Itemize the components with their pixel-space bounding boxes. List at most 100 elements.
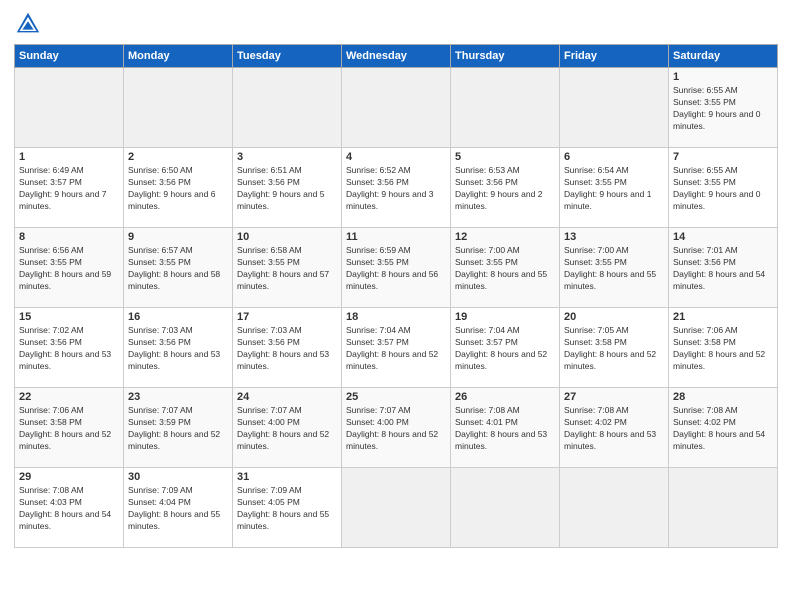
day-cell: 3 Sunrise: 6:51 AMSunset: 3:56 PMDayligh… [233,148,342,228]
day-number: 5 [455,151,555,163]
day-info: Sunrise: 6:55 AMSunset: 3:55 PMDaylight:… [673,85,760,131]
day-info: Sunrise: 6:55 AMSunset: 3:55 PMDaylight:… [673,165,760,211]
day-cell: 15 Sunrise: 7:02 AMSunset: 3:56 PMDaylig… [15,308,124,388]
day-info: Sunrise: 7:01 AMSunset: 3:56 PMDaylight:… [673,245,765,291]
day-info: Sunrise: 7:07 AMSunset: 4:00 PMDaylight:… [237,405,329,451]
day-cell [15,68,124,148]
day-info: Sunrise: 7:03 AMSunset: 3:56 PMDaylight:… [237,325,329,371]
day-cell: 25 Sunrise: 7:07 AMSunset: 4:00 PMDaylig… [342,388,451,468]
day-number: 6 [564,151,664,163]
day-cell: 11 Sunrise: 6:59 AMSunset: 3:55 PMDaylig… [342,228,451,308]
day-info: Sunrise: 6:53 AMSunset: 3:56 PMDaylight:… [455,165,542,211]
day-info: Sunrise: 6:58 AMSunset: 3:55 PMDaylight:… [237,245,329,291]
day-cell: 19 Sunrise: 7:04 AMSunset: 3:57 PMDaylig… [451,308,560,388]
day-info: Sunrise: 6:54 AMSunset: 3:55 PMDaylight:… [564,165,651,211]
day-info: Sunrise: 7:08 AMSunset: 4:02 PMDaylight:… [673,405,765,451]
day-number: 2 [128,151,228,163]
day-number: 3 [237,151,337,163]
day-cell: 28 Sunrise: 7:08 AMSunset: 4:02 PMDaylig… [669,388,778,468]
day-info: Sunrise: 7:04 AMSunset: 3:57 PMDaylight:… [455,325,547,371]
day-info: Sunrise: 6:56 AMSunset: 3:55 PMDaylight:… [19,245,111,291]
day-number: 20 [564,311,664,323]
logo [14,10,46,38]
day-cell: 17 Sunrise: 7:03 AMSunset: 3:56 PMDaylig… [233,308,342,388]
day-number: 8 [19,231,119,243]
column-header-saturday: Saturday [669,45,778,68]
day-number: 30 [128,471,228,483]
day-info: Sunrise: 7:02 AMSunset: 3:56 PMDaylight:… [19,325,111,371]
day-cell [233,68,342,148]
day-info: Sunrise: 7:08 AMSunset: 4:03 PMDaylight:… [19,485,111,531]
day-info: Sunrise: 7:09 AMSunset: 4:04 PMDaylight:… [128,485,220,531]
calendar-container: SundayMondayTuesdayWednesdayThursdayFrid… [0,0,792,558]
day-number: 15 [19,311,119,323]
day-cell: 13 Sunrise: 7:00 AMSunset: 3:55 PMDaylig… [560,228,669,308]
day-info: Sunrise: 6:52 AMSunset: 3:56 PMDaylight:… [346,165,433,211]
day-info: Sunrise: 7:05 AMSunset: 3:58 PMDaylight:… [564,325,656,371]
day-number: 28 [673,391,773,403]
day-cell: 22 Sunrise: 7:06 AMSunset: 3:58 PMDaylig… [15,388,124,468]
day-cell: 8 Sunrise: 6:56 AMSunset: 3:55 PMDayligh… [15,228,124,308]
day-cell: 1 Sunrise: 6:49 AMSunset: 3:57 PMDayligh… [15,148,124,228]
day-number: 18 [346,311,446,323]
week-row-3: 15 Sunrise: 7:02 AMSunset: 3:56 PMDaylig… [15,308,778,388]
day-info: Sunrise: 7:09 AMSunset: 4:05 PMDaylight:… [237,485,329,531]
day-number: 26 [455,391,555,403]
column-header-monday: Monday [124,45,233,68]
day-number: 1 [673,71,773,83]
week-row-1: 1 Sunrise: 6:49 AMSunset: 3:57 PMDayligh… [15,148,778,228]
day-number: 24 [237,391,337,403]
day-number: 25 [346,391,446,403]
day-cell: 31 Sunrise: 7:09 AMSunset: 4:05 PMDaylig… [233,468,342,548]
week-row-2: 8 Sunrise: 6:56 AMSunset: 3:55 PMDayligh… [15,228,778,308]
day-cell [451,68,560,148]
day-cell: 26 Sunrise: 7:08 AMSunset: 4:01 PMDaylig… [451,388,560,468]
day-info: Sunrise: 7:07 AMSunset: 4:00 PMDaylight:… [346,405,438,451]
day-cell: 1 Sunrise: 6:55 AMSunset: 3:55 PMDayligh… [669,68,778,148]
day-info: Sunrise: 6:50 AMSunset: 3:56 PMDaylight:… [128,165,215,211]
day-number: 1 [19,151,119,163]
day-cell [342,68,451,148]
day-cell [342,468,451,548]
day-info: Sunrise: 7:03 AMSunset: 3:56 PMDaylight:… [128,325,220,371]
week-row-0: 1 Sunrise: 6:55 AMSunset: 3:55 PMDayligh… [15,68,778,148]
day-info: Sunrise: 6:49 AMSunset: 3:57 PMDaylight:… [19,165,106,211]
day-info: Sunrise: 7:06 AMSunset: 3:58 PMDaylight:… [19,405,111,451]
week-row-4: 22 Sunrise: 7:06 AMSunset: 3:58 PMDaylig… [15,388,778,468]
column-header-sunday: Sunday [15,45,124,68]
day-info: Sunrise: 7:08 AMSunset: 4:02 PMDaylight:… [564,405,656,451]
day-cell: 14 Sunrise: 7:01 AMSunset: 3:56 PMDaylig… [669,228,778,308]
day-cell: 9 Sunrise: 6:57 AMSunset: 3:55 PMDayligh… [124,228,233,308]
day-number: 31 [237,471,337,483]
day-cell: 2 Sunrise: 6:50 AMSunset: 3:56 PMDayligh… [124,148,233,228]
day-cell [560,68,669,148]
day-info: Sunrise: 7:00 AMSunset: 3:55 PMDaylight:… [455,245,547,291]
day-info: Sunrise: 7:06 AMSunset: 3:58 PMDaylight:… [673,325,765,371]
day-cell: 12 Sunrise: 7:00 AMSunset: 3:55 PMDaylig… [451,228,560,308]
day-number: 12 [455,231,555,243]
day-cell: 16 Sunrise: 7:03 AMSunset: 3:56 PMDaylig… [124,308,233,388]
day-cell: 18 Sunrise: 7:04 AMSunset: 3:57 PMDaylig… [342,308,451,388]
header [14,10,778,38]
day-info: Sunrise: 6:51 AMSunset: 3:56 PMDaylight:… [237,165,324,211]
day-info: Sunrise: 7:07 AMSunset: 3:59 PMDaylight:… [128,405,220,451]
day-cell: 30 Sunrise: 7:09 AMSunset: 4:04 PMDaylig… [124,468,233,548]
day-number: 11 [346,231,446,243]
day-number: 14 [673,231,773,243]
day-number: 19 [455,311,555,323]
day-number: 16 [128,311,228,323]
day-cell [124,68,233,148]
week-row-5: 29 Sunrise: 7:08 AMSunset: 4:03 PMDaylig… [15,468,778,548]
day-cell: 7 Sunrise: 6:55 AMSunset: 3:55 PMDayligh… [669,148,778,228]
day-number: 7 [673,151,773,163]
day-number: 22 [19,391,119,403]
column-header-wednesday: Wednesday [342,45,451,68]
column-header-friday: Friday [560,45,669,68]
day-cell [669,468,778,548]
day-cell: 6 Sunrise: 6:54 AMSunset: 3:55 PMDayligh… [560,148,669,228]
day-number: 4 [346,151,446,163]
day-number: 23 [128,391,228,403]
day-number: 21 [673,311,773,323]
day-cell: 23 Sunrise: 7:07 AMSunset: 3:59 PMDaylig… [124,388,233,468]
calendar-table: SundayMondayTuesdayWednesdayThursdayFrid… [14,44,778,548]
